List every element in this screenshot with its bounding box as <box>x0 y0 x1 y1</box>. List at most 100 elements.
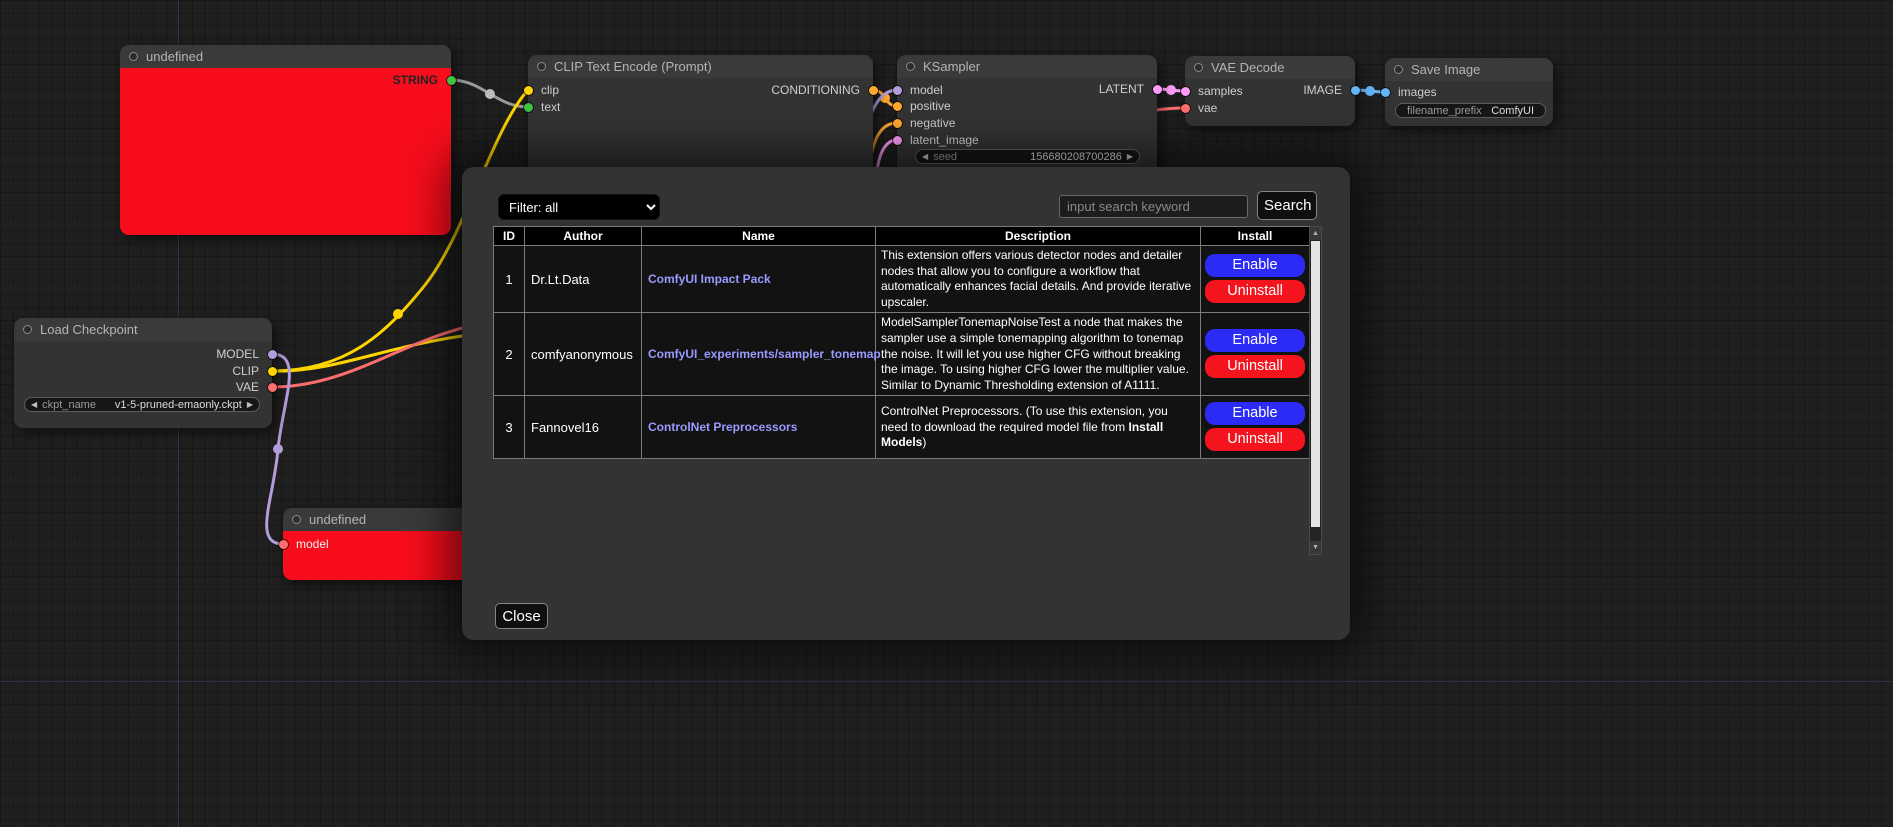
uninstall-button[interactable]: Uninstall <box>1205 280 1305 303</box>
collapse-dot-icon[interactable] <box>906 62 915 71</box>
input-dot-clip[interactable] <box>524 86 533 95</box>
slot-label: latent_image <box>910 133 979 147</box>
output-dot-latent[interactable] <box>1153 85 1162 94</box>
input-dot-latent-image[interactable] <box>893 136 902 145</box>
input-slot-clip: clip <box>528 82 559 98</box>
input-dot-positive[interactable] <box>893 102 902 111</box>
node-load-checkpoint[interactable]: Load Checkpoint MODEL CLIP VAE ◀ ckpt_na… <box>14 318 272 428</box>
extension-id: 1 <box>494 246 525 313</box>
scroll-down-icon[interactable]: ▼ <box>1310 541 1321 554</box>
node-undefined-bottom[interactable]: undefined model <box>283 508 473 580</box>
custom-nodes-dialog: Filter: all Search IDAuthorNameDescripti… <box>462 167 1350 640</box>
enable-button[interactable]: Enable <box>1205 402 1305 425</box>
link-dot <box>393 309 403 319</box>
canvas-grid-axis-horizontal <box>0 681 1893 682</box>
input-slot-latent-image: latent_image <box>897 132 979 148</box>
enable-button[interactable]: Enable <box>1205 329 1305 352</box>
slot-label: samples <box>1198 84 1243 98</box>
ckpt-name-widget[interactable]: ◀ ckpt_name v1-5-pruned-emaonly.ckpt ▶ <box>24 397 260 412</box>
extension-author: Fannovel16 <box>525 396 642 459</box>
filter-select[interactable]: Filter: all <box>498 194 660 220</box>
column-header: Description <box>876 227 1201 246</box>
slot-label: model <box>296 537 329 551</box>
node-title: CLIP Text Encode (Prompt) <box>554 59 712 74</box>
table-scrollbar[interactable]: ▲ ▼ <box>1309 226 1322 555</box>
node-undefined-top[interactable]: undefined STRING <box>120 45 451 235</box>
decrement-icon[interactable]: ◀ <box>922 149 928 164</box>
extension-link[interactable]: ComfyUI_experiments/sampler_tonemap <box>648 347 881 361</box>
install-cell: Enable Uninstall <box>1201 246 1310 313</box>
column-header: ID <box>494 227 525 246</box>
output-dot-model[interactable] <box>268 350 277 359</box>
extension-name: ComfyUI_experiments/sampler_tonemap <box>642 313 876 396</box>
widget-name: ckpt_name <box>42 399 96 411</box>
input-dot-model[interactable] <box>893 86 902 95</box>
slot-label: LATENT <box>1099 82 1144 96</box>
input-dot-samples[interactable] <box>1181 87 1190 96</box>
input-dot-negative[interactable] <box>893 119 902 128</box>
slot-label: negative <box>910 116 955 130</box>
input-dot-text[interactable] <box>524 103 533 112</box>
column-header: Author <box>525 227 642 246</box>
collapse-dot-icon[interactable] <box>1394 65 1403 74</box>
scroll-up-icon[interactable]: ▲ <box>1310 227 1321 240</box>
node-body: samples vae IMAGE <box>1185 79 1355 126</box>
output-dot-image[interactable] <box>1351 86 1360 95</box>
collapse-dot-icon[interactable] <box>23 325 32 334</box>
enable-button[interactable]: Enable <box>1205 254 1305 277</box>
collapse-dot-icon[interactable] <box>537 62 546 71</box>
decrement-icon[interactable]: ◀ <box>31 397 37 412</box>
install-cell: Enable Uninstall <box>1201 313 1310 396</box>
output-dot-string[interactable] <box>447 76 456 85</box>
slot-label: positive <box>910 99 951 113</box>
filename-prefix-widget[interactable]: filename_prefix ComfyUI <box>1395 103 1546 118</box>
uninstall-button[interactable]: Uninstall <box>1205 355 1305 378</box>
extension-link[interactable]: ControlNet Preprocessors <box>648 420 797 434</box>
node-title: undefined <box>309 512 366 527</box>
extension-description: This extension offers various detector n… <box>876 246 1201 313</box>
uninstall-button[interactable]: Uninstall <box>1205 428 1305 451</box>
node-vae-decode[interactable]: VAE Decode samples vae IMAGE <box>1185 56 1355 126</box>
increment-icon[interactable]: ▶ <box>247 397 253 412</box>
node-body: images filename_prefix ComfyUI <box>1385 81 1553 126</box>
node-titlebar[interactable]: KSampler <box>897 55 1157 78</box>
node-titlebar[interactable]: undefined <box>283 508 473 531</box>
increment-icon[interactable]: ▶ <box>1127 149 1133 164</box>
extension-row: 3Fannovel16ControlNet PreprocessorsContr… <box>494 396 1310 459</box>
node-save-image[interactable]: Save Image images filename_prefix ComfyU… <box>1385 58 1553 126</box>
node-titlebar[interactable]: undefined <box>120 45 451 68</box>
extension-link[interactable]: ComfyUI Impact Pack <box>648 272 771 286</box>
input-dot-model[interactable] <box>279 540 288 549</box>
collapse-dot-icon[interactable] <box>1194 63 1203 72</box>
close-button[interactable]: Close <box>495 603 548 629</box>
input-slot-text: text <box>528 99 560 115</box>
install-cell: Enable Uninstall <box>1201 396 1310 459</box>
input-slot-negative: negative <box>897 115 955 131</box>
node-title: undefined <box>146 49 203 64</box>
node-titlebar[interactable]: VAE Decode <box>1185 56 1355 79</box>
node-title: KSampler <box>923 59 980 74</box>
collapse-dot-icon[interactable] <box>292 515 301 524</box>
extension-id: 3 <box>494 396 525 459</box>
output-dot-conditioning[interactable] <box>869 86 878 95</box>
output-dot-vae[interactable] <box>268 383 277 392</box>
slot-label: vae <box>1198 101 1217 115</box>
node-titlebar[interactable]: Save Image <box>1385 58 1553 81</box>
input-dot-vae[interactable] <box>1181 104 1190 113</box>
seed-widget[interactable]: ◀ seed 156680208700286 ▶ <box>915 149 1140 164</box>
slot-label: CONDITIONING <box>771 83 860 97</box>
output-slot-clip: CLIP <box>232 363 272 379</box>
search-button[interactable]: Search <box>1257 191 1317 220</box>
output-dot-clip[interactable] <box>268 367 277 376</box>
node-title: Load Checkpoint <box>40 322 138 337</box>
scrollbar-thumb[interactable] <box>1311 241 1320 527</box>
extension-author: comfyanonymous <box>525 313 642 396</box>
output-slot-string: STRING <box>393 72 451 88</box>
node-titlebar[interactable]: CLIP Text Encode (Prompt) <box>528 55 873 78</box>
collapse-dot-icon[interactable] <box>129 52 138 61</box>
output-slot-conditioning: CONDITIONING <box>771 82 873 98</box>
input-dot-images[interactable] <box>1381 88 1390 97</box>
node-graph-canvas[interactable]: undefined STRING CLIP Text Encode (Promp… <box>0 0 1893 827</box>
search-input[interactable] <box>1059 195 1248 218</box>
node-titlebar[interactable]: Load Checkpoint <box>14 318 272 341</box>
